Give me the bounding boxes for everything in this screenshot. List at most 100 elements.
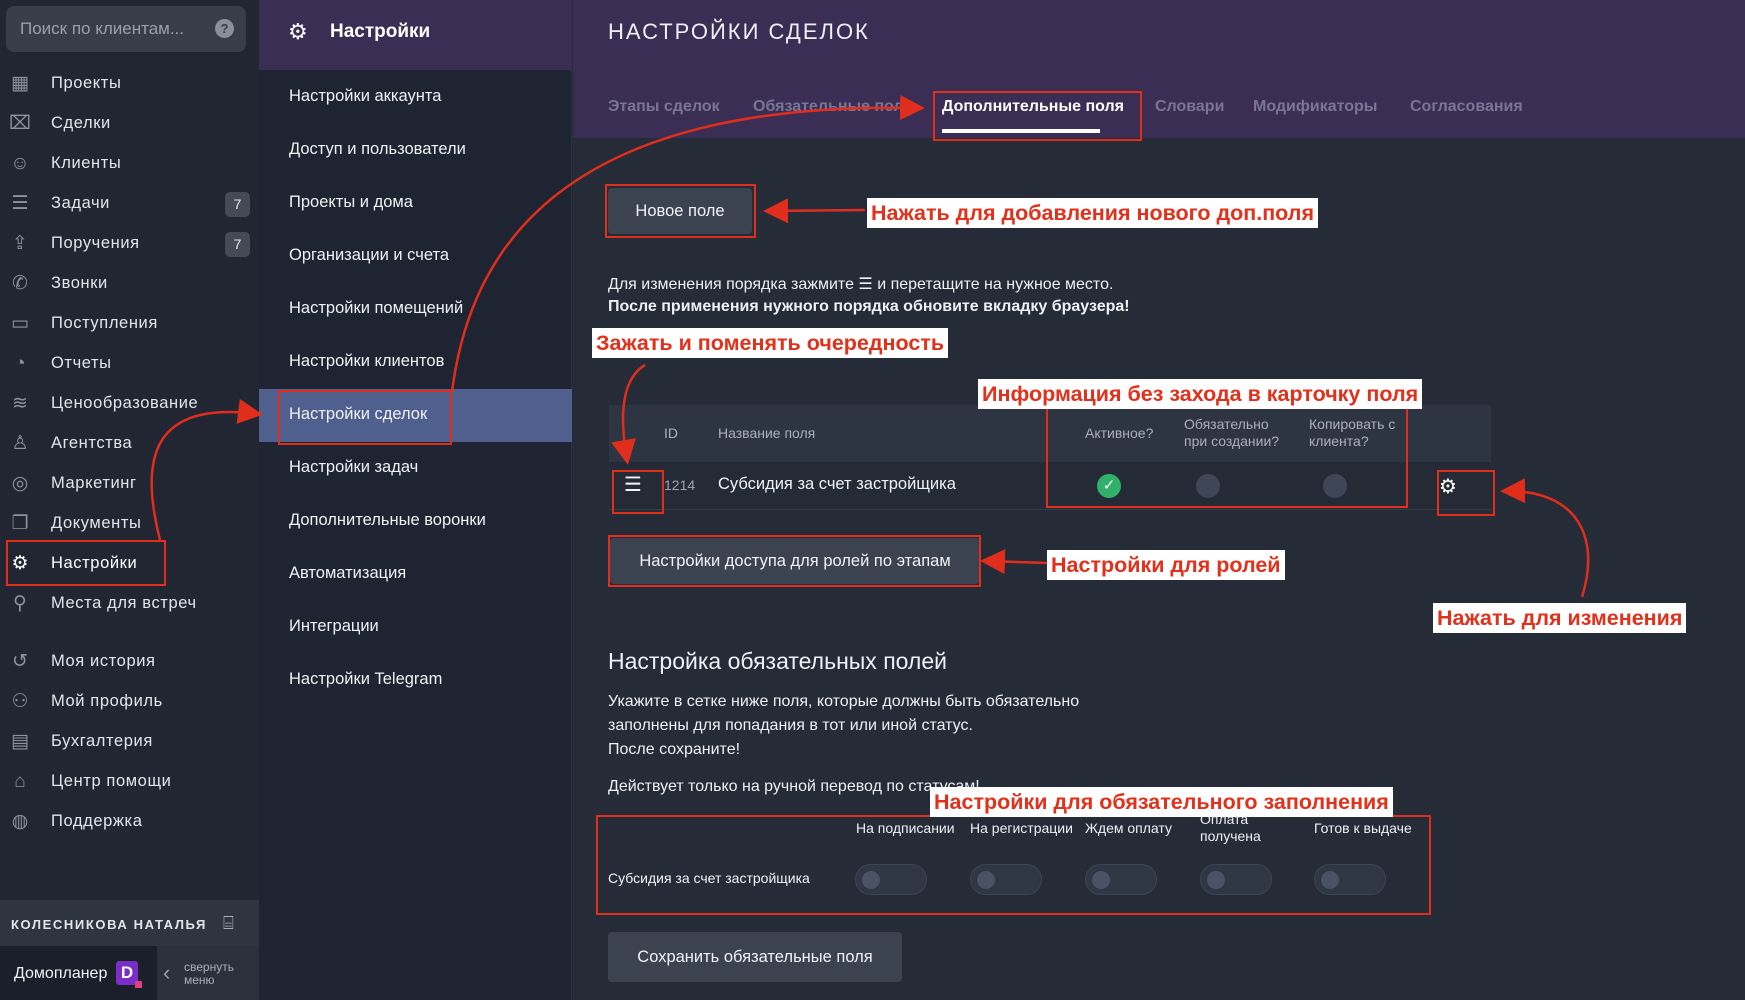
sidebar-item-label: Бухгалтерия [51, 732, 153, 750]
history-icon: ↺ [12, 651, 28, 672]
sidebar-item-16[interactable]: ⚇ Мой профиль [0, 682, 259, 722]
sidebar-item-6[interactable]: ✆ Звонки [0, 264, 259, 304]
sidebar-item-14[interactable]: ⚲ Места для встреч [0, 584, 259, 624]
sidebar-item-1[interactable]: ▦ Проекты [0, 64, 259, 104]
sidebar-item-17[interactable]: ▤ Бухгалтерия [0, 722, 259, 762]
target-icon: ◎ [11, 473, 29, 494]
tab-dictionaries[interactable]: Словари [1155, 98, 1224, 116]
meeting-place-icon: ⚲ [13, 593, 27, 614]
settings-item-label: Дополнительные воронки [289, 511, 486, 529]
new-field-button[interactable]: Новое поле [608, 188, 752, 234]
sidebar-item-7[interactable]: ▭ Поступления [0, 304, 259, 344]
settings-item-12[interactable]: Настройки Telegram [259, 654, 572, 707]
settings-item-2[interactable]: Доступ и пользователи [259, 124, 572, 177]
sidebar-item-label: Поддержка [51, 812, 143, 830]
settings-header: ⚙ Настройки [259, 0, 572, 70]
settings-item-label: Настройки сделок [289, 405, 428, 423]
settings-item-11[interactable]: Интеграции [259, 601, 572, 654]
annotation-info: Информация без захода в карточку поля [978, 379, 1423, 409]
required-desc-3: После сохраните! [608, 741, 741, 758]
toggle-signing[interactable] [855, 864, 927, 895]
tab-approvals[interactable]: Согласования [1410, 98, 1523, 116]
settings-item-10[interactable]: Автоматизация [259, 548, 572, 601]
users-icon: ☺ [10, 153, 30, 174]
user-bar[interactable]: КОЛЕСНИКОВА НАТАЛЬЯ ⌸ [0, 900, 259, 946]
sidebar-item-label: Звонки [51, 274, 108, 292]
settings-item-9[interactable]: Дополнительные воронки [259, 495, 572, 548]
required-desc-1: Укажите в сетке ниже поля, которые должн… [608, 693, 1080, 710]
sidebar-item-5[interactable]: ⇪ Поручения 7 [0, 224, 259, 264]
fields-table-header: ID Название поля Активное? Обязательно п… [609, 405, 1491, 462]
tab-deal-stages[interactable]: Этапы сделок [608, 98, 720, 116]
coins-icon: ≋ [12, 393, 28, 414]
sidebar-item-18[interactable]: ⌂ Центр помощи [0, 762, 259, 802]
copy-indicator [1323, 474, 1347, 498]
count-badge: 7 [225, 232, 250, 257]
sidebar-item-9[interactable]: ≋ Ценообразование [0, 384, 259, 424]
sidebar-item-4[interactable]: ☰ Задачи 7 [0, 184, 259, 224]
toggle-await-payment[interactable] [1085, 864, 1157, 895]
annotation-drag: Зажать и поменять очередность [592, 328, 949, 358]
settings-item-6[interactable]: Настройки клиентов [259, 336, 572, 389]
active-check-icon: ✓ [1097, 474, 1121, 498]
grid-row-label: Субсидия за счет застройщика [608, 870, 810, 886]
settings-item-8[interactable]: Настройки задач [259, 442, 572, 495]
sidebar-item-8[interactable]: ◔ Отчеты [0, 344, 259, 384]
sidebar-item-15[interactable]: ↺ Моя история [0, 642, 259, 682]
assign-icon: ⇪ [12, 233, 28, 254]
required-note: Действует только на ручной перевод по ст… [608, 778, 980, 795]
sidebar-item-label: Задачи [51, 194, 110, 212]
collapse-menu-button[interactable]: ‹ свернуть меню [157, 946, 259, 1000]
settings-item-3[interactable]: Проекты и дома [259, 177, 572, 230]
building-icon: ▦ [11, 73, 29, 94]
table-row[interactable]: ☰ 1214 Субсидия за счет застройщика ✓ [609, 462, 1491, 510]
sidebar-item-label: Мой профиль [51, 692, 163, 710]
sidebar-item-2[interactable]: ⌧ Сделки [0, 104, 259, 144]
sidebar-item-3[interactable]: ☺ Клиенты [0, 144, 259, 184]
sidebar-item-label: Маркетинг [51, 474, 137, 492]
settings-item-label: Настройки помещений [289, 299, 464, 317]
col-required: Обязательно при создании? [1184, 416, 1280, 449]
checklist-icon: ☰ [11, 193, 29, 214]
drag-handle-icon[interactable]: ☰ [624, 472, 642, 497]
count-badge: 7 [225, 192, 250, 217]
main-header: НАСТРОЙКИ СДЕЛОК Этапы сделок Обязательн… [573, 0, 1745, 138]
brand-logo-icon: D [116, 961, 142, 988]
settings-item-label: Настройки аккаунта [289, 87, 442, 105]
toggle-payment-received[interactable] [1200, 864, 1272, 895]
toggle-ready[interactable] [1314, 864, 1386, 895]
field-name: Субсидия за счет застройщика [718, 475, 956, 493]
sidebar-item-12[interactable]: ❐ Документы [0, 504, 259, 544]
settings-item-4[interactable]: Организации и счета [259, 230, 572, 283]
sidebar-item-label: Документы [51, 514, 142, 532]
toggle-registration[interactable] [970, 864, 1042, 895]
annotation-new-field: Нажать для добавления нового доп.поля [867, 198, 1318, 228]
field-settings-gear-icon[interactable]: ⚙ [1437, 476, 1459, 498]
settings-item-5[interactable]: Настройки помещений [259, 283, 572, 336]
client-search-input[interactable]: Поиск по клиентам... ? [6, 6, 246, 52]
role-access-button[interactable]: Настройки доступа для ролей по этапам [610, 538, 980, 584]
agent-icon: ♙ [11, 433, 29, 454]
search-placeholder: Поиск по клиентам... [20, 19, 185, 38]
grid-col-await-payment: Ждем оплату [1085, 820, 1172, 836]
settings-item-1[interactable]: Настройки аккаунта [259, 71, 572, 124]
required-desc-2: заполнены для попадания в тот или иной с… [608, 717, 973, 734]
settings-item-label: Организации и счета [289, 246, 450, 264]
sidebar-item-19[interactable]: ◍ Поддержка [0, 802, 259, 842]
tab-modifiers[interactable]: Модификаторы [1253, 98, 1377, 116]
sidebar-item-label: Моя история [51, 652, 156, 670]
sidebar-item-10[interactable]: ♙ Агентства [0, 424, 259, 464]
building-switch-icon[interactable]: ⌸ [223, 913, 234, 934]
col-id: ID [664, 425, 678, 441]
field-id: 1214 [664, 477, 696, 493]
tab-required-fields[interactable]: Обязательные поля [753, 98, 913, 116]
sidebar-item-11[interactable]: ◎ Маркетинг [0, 464, 259, 504]
settings-item-7[interactable]: Настройки сделок [259, 389, 572, 442]
sidebar-item-13[interactable]: ⚙ Настройки [0, 544, 259, 584]
settings-title: Настройки [330, 21, 431, 42]
tab-additional-fields[interactable]: Дополнительные поля [942, 98, 1124, 116]
annotation-edit: Нажать для изменения [1433, 603, 1687, 633]
sidebar-item-label: Агентства [51, 434, 133, 452]
save-required-fields-button[interactable]: Сохранить обязательные поля [608, 932, 902, 982]
help-icon[interactable]: ? [215, 19, 234, 38]
